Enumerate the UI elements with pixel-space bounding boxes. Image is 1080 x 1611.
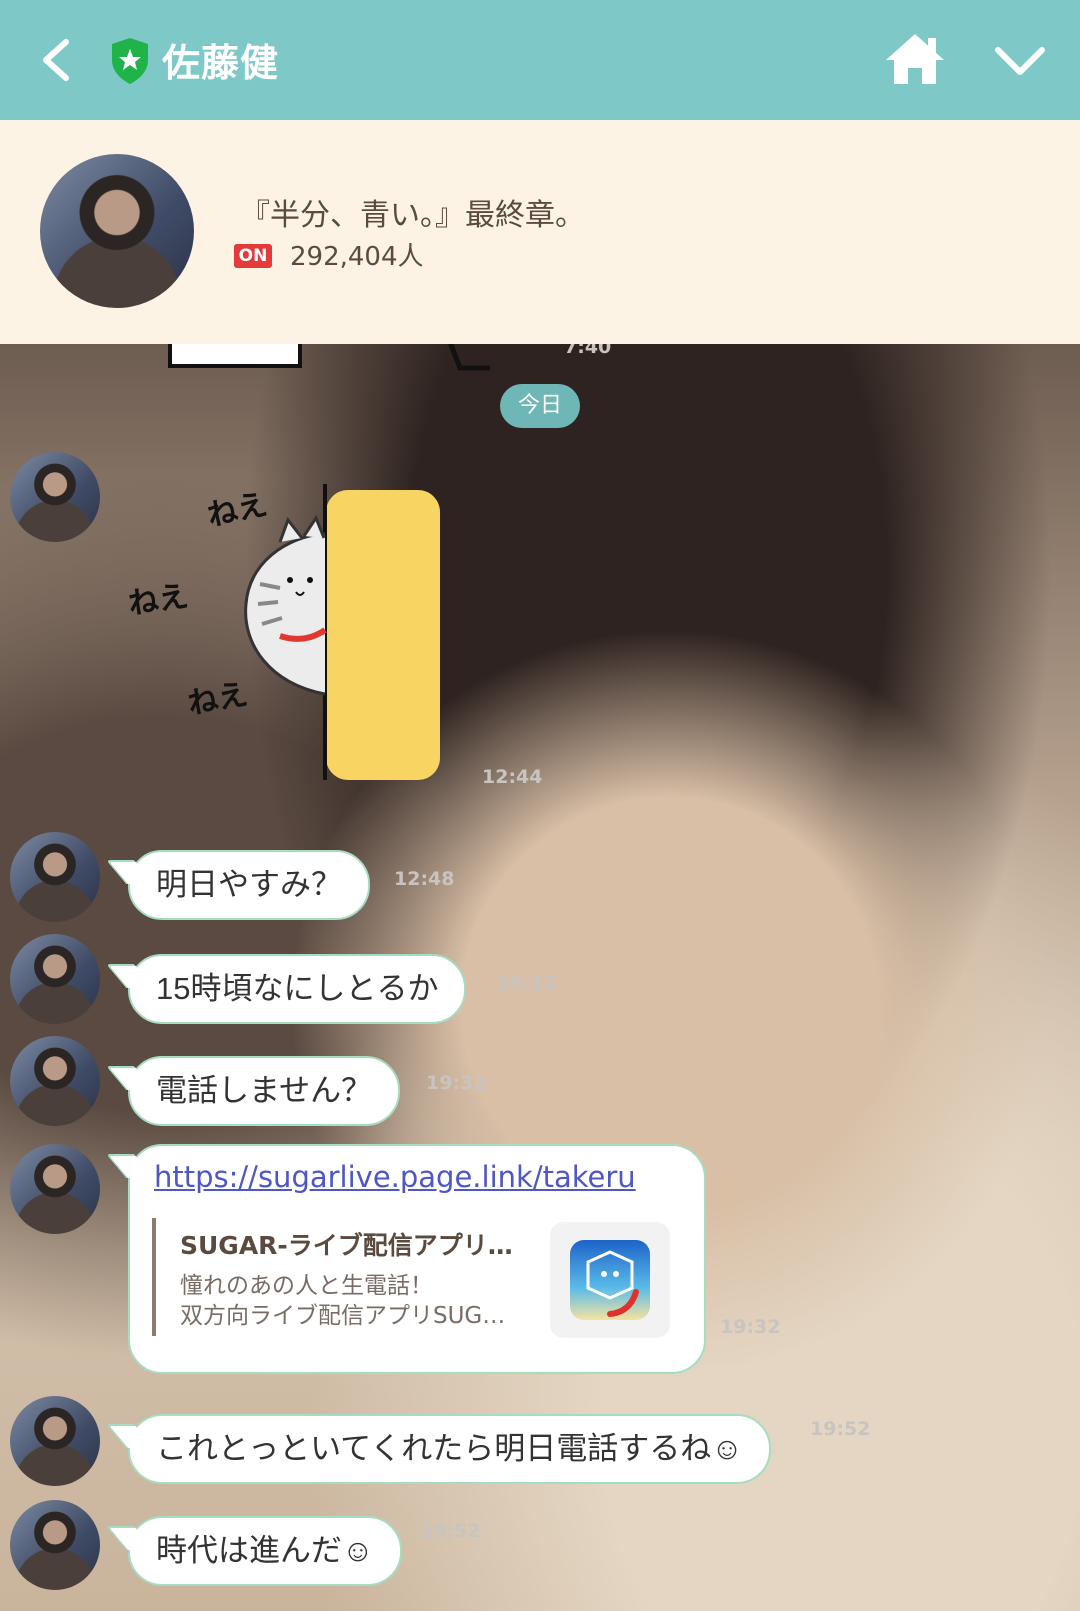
sender-avatar[interactable] [10,1500,100,1590]
message-bubble[interactable]: 電話しません？ [128,1056,401,1126]
follower-count: 292,404人 [290,242,424,272]
sender-avatar[interactable] [10,832,100,922]
date-separator: 今日 [500,384,580,428]
message-time: 19:32 [426,1072,487,1094]
preview-title: SUGAR-ライブ配信アプリ… [180,1231,513,1260]
message-bubble[interactable]: 明日やすみ？ [128,850,370,920]
message-bubble[interactable]: 15時頃なにしとるか [128,954,467,1024]
link-preview-card[interactable]: SUGAR-ライブ配信アプリ… 憧れのあの人と生電話！ 双方向ライブ配信アプリS… [152,1218,676,1338]
sender-avatar[interactable] [10,1396,100,1486]
home-icon[interactable] [880,28,950,88]
message-bubble[interactable]: 時代は進んだ☺ [128,1516,402,1586]
chat-area[interactable]: 7:40 今日 ねえ ねえ ねえ 12:44 明日やすみ？ 12:48 15時頃… [0,344,1080,1611]
message-time: 19:32 [720,1316,781,1338]
live-on-badge: ON [234,244,272,268]
message-time: 19:52 [420,1520,481,1542]
verified-shield-icon [112,38,148,84]
message-time: 16:12 [496,972,557,994]
message-time: 7:40 [564,344,612,358]
profile-band: 『半分、青い。』最終章。 ON 292,404人 [0,120,1080,344]
sender-avatar[interactable] [10,452,100,542]
status-message: 『半分、青い。』最終章。 [240,198,585,233]
message-time: 19:52 [810,1418,871,1440]
link-message-bubble[interactable]: https://sugarlive.page.link/takeru SUGAR… [128,1144,706,1374]
cat-peeking-sticker[interactable]: ねえ ねえ ねえ [120,484,460,794]
message-time: 12:48 [394,868,455,890]
sugar-app-icon [550,1222,670,1338]
profile-avatar[interactable] [40,154,194,308]
chevron-left-icon[interactable] [30,30,90,90]
message-link[interactable]: https://sugarlive.page.link/takeru [154,1160,636,1194]
preview-description: 憧れのあの人と生電話！ [180,1273,433,1299]
message-bubble[interactable]: これとっといてくれたら明日電話するね☺ [128,1414,771,1484]
svg-text:ねえ: ねえ [185,677,250,722]
svg-text:ねえ: ねえ [126,579,190,622]
sender-avatar[interactable] [10,934,100,1024]
chevron-down-icon[interactable] [990,36,1050,86]
header-bar: 佐藤健 [0,0,1080,120]
sender-avatar[interactable] [10,1036,100,1126]
preview-description: 双方向ライブ配信アプリSUG… [180,1303,506,1329]
partial-sticker-image [168,344,490,371]
svg-text:ねえ: ねえ [204,487,270,534]
sender-avatar[interactable] [10,1144,100,1234]
page-title: 佐藤健 [162,41,280,85]
message-time: 12:44 [482,766,543,788]
